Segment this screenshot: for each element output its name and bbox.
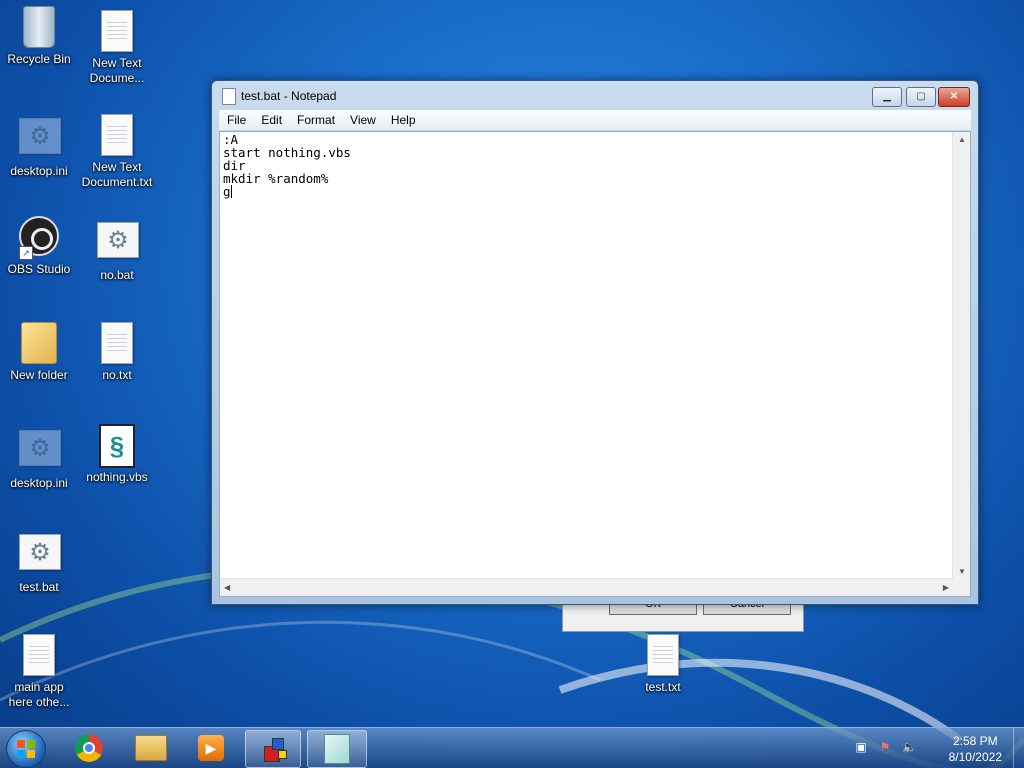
desktop-icon-new-text-document[interactable]: New Text Docume... <box>78 10 156 86</box>
text-file-icon <box>101 10 133 52</box>
volume-icon[interactable]: 🔈 <box>902 740 917 754</box>
minimize-button[interactable]: ▁ <box>872 87 902 107</box>
taskbar-chrome[interactable] <box>62 730 116 766</box>
taskbar: ▶ ▣ ⚑ 🔈 2:58 PM 8/10/2022 <box>0 727 1024 768</box>
desktop-icon-label: test.bat <box>19 580 59 594</box>
text-file-icon <box>101 322 133 364</box>
menu-bar: File Edit Format View Help <box>219 110 971 131</box>
start-button[interactable] <box>6 730 46 768</box>
menu-edit[interactable]: Edit <box>253 110 289 128</box>
scroll-up-icon[interactable]: ▲ <box>958 135 966 144</box>
desktop-icon-label: desktop.ini <box>10 164 68 178</box>
menu-view[interactable]: View <box>342 110 383 128</box>
clock[interactable]: 2:58 PM 8/10/2022 <box>949 733 1002 765</box>
window-title: test.bat - Notepad <box>241 89 337 103</box>
menu-file[interactable]: File <box>219 110 253 128</box>
text-caret <box>230 185 232 198</box>
editor-content[interactable]: :A start nothing.vbs dir mkdir %random% … <box>223 133 952 578</box>
desktop-icon-new-text-document-txt[interactable]: New Text Document.txt <box>78 114 156 190</box>
desktop-icon-label: New Text Document.txt <box>81 160 153 189</box>
menu-help[interactable]: Help <box>383 110 423 128</box>
batch-file-icon: ⚙ <box>19 534 61 570</box>
desktop-icon-label: no.bat <box>100 268 134 282</box>
desktop-icon-test-txt[interactable]: test.txt <box>624 634 702 695</box>
text-file-icon <box>101 114 133 156</box>
show-desktop-button[interactable] <box>1013 728 1024 768</box>
file-explorer-icon <box>135 735 167 761</box>
text-file-icon <box>23 634 55 676</box>
desktop-icon-label: New Text Docume... <box>89 56 145 85</box>
network-icon[interactable]: ▣ <box>854 740 868 754</box>
close-button[interactable]: ✕ <box>938 87 970 107</box>
menu-format[interactable]: Format <box>289 110 342 128</box>
desktop-icon-label: test.txt <box>645 680 681 694</box>
chrome-icon <box>75 734 103 762</box>
media-player-icon: ▶ <box>198 735 224 761</box>
app-cube-icon <box>260 736 287 762</box>
vertical-scrollbar[interactable]: ▲ ▼ <box>952 132 970 579</box>
folder-icon <box>21 322 57 364</box>
desktop-icon-label: main app here othe... <box>8 680 70 709</box>
desktop-icon-recycle-bin[interactable]: Recycle Bin <box>0 6 78 67</box>
desktop-icon-obs-studio[interactable]: ↗ OBS Studio <box>0 216 78 277</box>
desktop-icon-label: Recycle Bin <box>7 52 71 66</box>
horizontal-scrollbar[interactable]: ◀ ▶ <box>220 578 953 596</box>
taskbar-notepad[interactable] <box>307 730 367 768</box>
taskbar-media-player[interactable]: ▶ <box>184 730 238 766</box>
desktop-icon-label: desktop.ini <box>10 476 68 490</box>
desktop-icon-desktop-ini[interactable]: ⚙ desktop.ini <box>0 114 78 179</box>
config-file-icon: ⚙ <box>19 118 61 154</box>
editor-text: :A start nothing.vbs dir mkdir %random% … <box>223 132 351 199</box>
clock-date: 8/10/2022 <box>948 750 1002 764</box>
scroll-right-icon[interactable]: ▶ <box>943 583 949 592</box>
system-tray: ▣ ⚑ 🔈 2:58 PM 8/10/2022 <box>854 728 1024 768</box>
desktop-icon-label: OBS Studio <box>7 262 71 276</box>
batch-file-icon: ⚙ <box>97 222 139 258</box>
desktop-icon-no-txt[interactable]: no.txt <box>78 322 156 383</box>
windows-logo-icon <box>17 740 35 758</box>
recycle-bin-icon <box>23 6 55 48</box>
taskbar-file-explorer[interactable] <box>124 730 178 766</box>
text-editor-area[interactable]: :A start nothing.vbs dir mkdir %random% … <box>219 131 971 597</box>
scrollbar-corner <box>953 579 970 596</box>
config-file-icon: ⚙ <box>19 430 61 466</box>
scroll-left-icon[interactable]: ◀ <box>224 583 230 592</box>
clock-time: 2:58 PM <box>952 734 998 748</box>
desktop-icon-test-bat[interactable]: ⚙ test.bat <box>0 530 78 595</box>
desktop-icon-label: New folder <box>10 368 68 382</box>
desktop-icon-label: nothing.vbs <box>86 470 148 484</box>
shortcut-arrow-icon: ↗ <box>19 246 33 260</box>
notepad-window: test.bat - Notepad ▁ ▢ ✕ File Edit Format V… <box>211 80 979 605</box>
title-bar[interactable]: test.bat - Notepad ▁ ▢ ✕ <box>212 81 978 109</box>
desktop-icon-desktop-ini-2[interactable]: ⚙ desktop.ini <box>0 426 78 491</box>
desktop-icon-nothing-vbs[interactable]: § nothing.vbs <box>78 424 156 485</box>
taskbar-app-cube[interactable] <box>245 730 301 768</box>
script-file-icon: § <box>99 424 135 468</box>
notepad-icon <box>324 734 350 764</box>
desktop-icon-main-app[interactable]: main app here othe... <box>0 634 78 710</box>
notepad-title-icon <box>222 88 236 105</box>
action-center-flag-icon[interactable]: ⚑ <box>878 740 892 754</box>
desktop-icon-new-folder[interactable]: New folder <box>0 322 78 383</box>
maximize-button[interactable]: ▢ <box>906 87 936 107</box>
text-file-icon <box>647 634 679 676</box>
desktop-icon-label: no.txt <box>102 368 132 382</box>
scroll-down-icon[interactable]: ▼ <box>958 567 966 576</box>
desktop-icon-no-bat[interactable]: ⚙ no.bat <box>78 218 156 283</box>
